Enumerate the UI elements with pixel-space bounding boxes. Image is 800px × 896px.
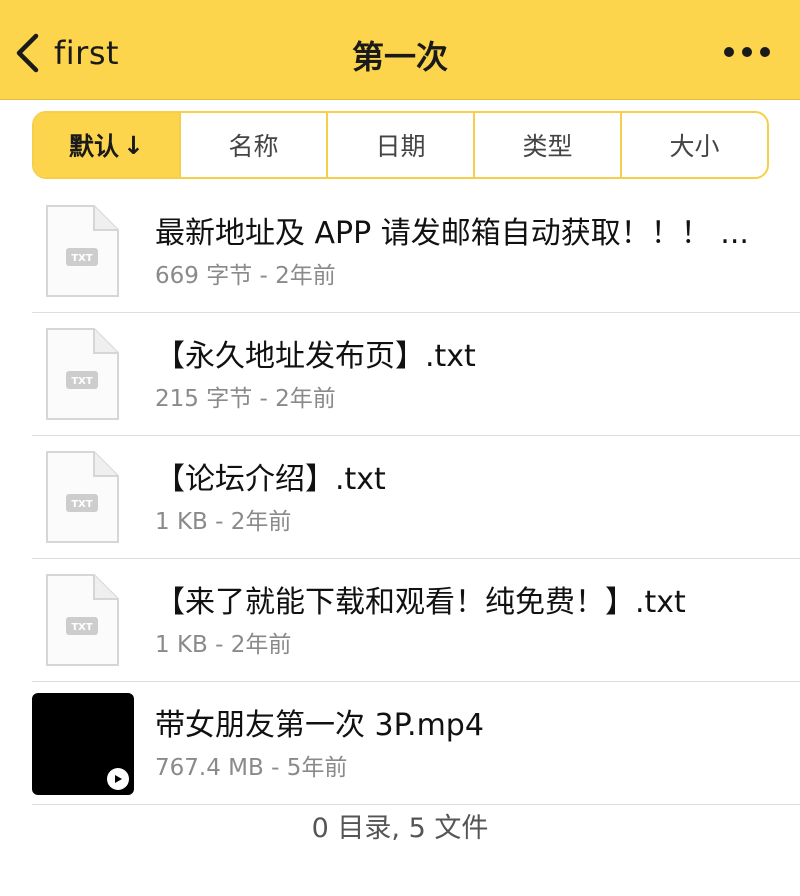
file-type-badge: TXT xyxy=(71,253,93,264)
navigation-bar: first 第一次 xyxy=(0,0,800,100)
sort-segmented-control: 默认 ↓ 名称 日期 类型 大小 xyxy=(32,111,769,179)
more-horizontal-icon xyxy=(742,47,752,57)
file-name: 【论坛介绍】.txt xyxy=(155,462,386,497)
sort-tab-type[interactable]: 类型 xyxy=(473,113,620,177)
sort-tab-default[interactable]: 默认 ↓ xyxy=(34,113,179,177)
file-name: 【来了就能下载和观看！纯免费！】.txt xyxy=(155,585,686,620)
file-row[interactable]: TXT 【论坛介绍】.txt 1 KB - 2年前 xyxy=(0,436,800,559)
arrow-down-icon: ↓ xyxy=(123,130,144,160)
file-type-badge: TXT xyxy=(71,499,93,510)
folder-summary: 0 目录, 5 文件 xyxy=(311,813,489,844)
more-options-button[interactable] xyxy=(724,42,770,62)
file-row[interactable]: TXT 最新地址及 APP 请发邮箱自动获取！！！ ... 669 字节 - 2… xyxy=(0,190,800,313)
more-horizontal-icon xyxy=(760,47,770,57)
page-title: 第一次 xyxy=(351,38,448,76)
sort-tab-size[interactable]: 大小 xyxy=(620,113,767,177)
txt-file-icon: TXT xyxy=(46,205,119,297)
txt-file-icon: TXT xyxy=(46,574,119,666)
file-meta: 215 字节 - 2年前 xyxy=(155,386,336,412)
file-type-badge: TXT xyxy=(71,622,93,633)
file-list: TXT 最新地址及 APP 请发邮箱自动获取！！！ ... 669 字节 - 2… xyxy=(0,190,800,805)
file-meta: 767.4 MB - 5年前 xyxy=(155,755,348,781)
txt-file-icon: TXT xyxy=(46,328,119,420)
txt-file-icon: TXT xyxy=(46,451,119,543)
file-row[interactable]: TXT 【永久地址发布页】.txt 215 字节 - 2年前 xyxy=(0,313,800,436)
video-thumbnail-icon xyxy=(32,693,134,795)
file-row[interactable]: TXT 【来了就能下载和观看！纯免费！】.txt 1 KB - 2年前 xyxy=(0,559,800,682)
row-divider xyxy=(32,804,800,805)
sort-tab-label: 大小 xyxy=(669,132,720,161)
sort-tab-label: 类型 xyxy=(522,132,573,161)
file-name: 【永久地址发布页】.txt xyxy=(155,339,476,374)
play-icon xyxy=(107,768,129,790)
file-meta: 1 KB - 2年前 xyxy=(155,632,292,658)
file-type-badge: TXT xyxy=(71,376,93,387)
sort-tab-label: 名称 xyxy=(228,132,279,161)
sort-tab-name[interactable]: 名称 xyxy=(179,113,326,177)
more-horizontal-icon xyxy=(724,47,734,57)
file-row[interactable]: 带女朋友第一次 3P.mp4 767.4 MB - 5年前 xyxy=(0,682,800,805)
sort-tab-label: 日期 xyxy=(375,132,426,161)
sort-tab-date[interactable]: 日期 xyxy=(326,113,473,177)
sort-tab-label: 默认 xyxy=(69,132,120,161)
file-name: 带女朋友第一次 3P.mp4 xyxy=(155,708,484,743)
file-meta: 1 KB - 2年前 xyxy=(155,509,292,535)
file-meta: 669 字节 - 2年前 xyxy=(155,263,336,289)
file-name: 最新地址及 APP 请发邮箱自动获取！！！ ... xyxy=(155,216,749,251)
